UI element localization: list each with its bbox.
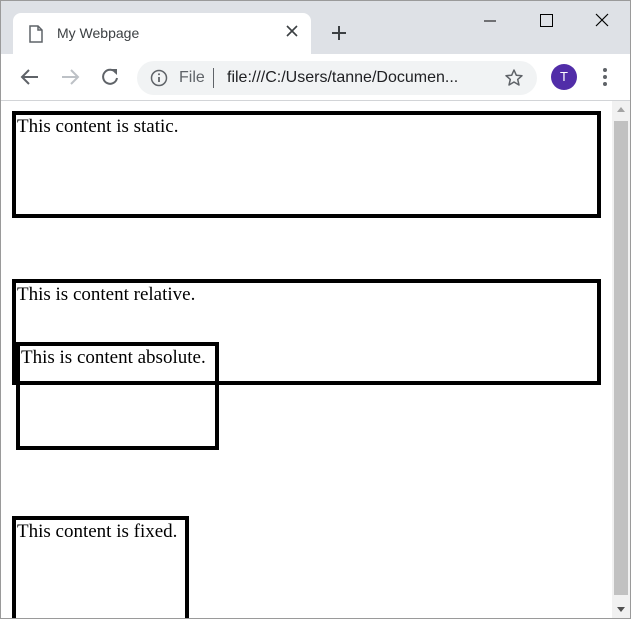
static-text: This content is static. <box>17 116 179 137</box>
address-bar[interactable]: File file:///C:/Users/tanne/Documen... <box>137 61 537 95</box>
fixed-box: This content is fixed. <box>12 516 189 618</box>
back-arrow-icon[interactable] <box>19 66 41 88</box>
avatar[interactable]: T <box>551 64 577 90</box>
maximize-icon[interactable] <box>531 9 561 33</box>
window-close-icon[interactable] <box>587 9 617 33</box>
absolute-text: This is content absolute. <box>21 347 206 368</box>
fixed-text: This content is fixed. <box>17 521 178 542</box>
browser-toolbar: File file:///C:/Users/tanne/Documen... T <box>1 54 630 101</box>
reload-icon[interactable] <box>99 66 121 88</box>
scrollbar-thumb[interactable] <box>614 121 628 595</box>
page-viewport: This content is static. This is content … <box>1 101 612 618</box>
scroll-up-arrow-icon[interactable] <box>617 107 625 112</box>
vertical-scrollbar[interactable] <box>612 101 630 618</box>
browser-window: My Webpage File file:///C:/Users/tanne/D… <box>0 0 631 619</box>
scroll-down-arrow-icon[interactable] <box>617 607 625 612</box>
static-box: This content is static. <box>12 111 601 218</box>
three-dot-menu-icon[interactable] <box>597 66 613 88</box>
omnibox-divider <box>213 68 214 88</box>
info-icon[interactable] <box>150 69 168 87</box>
plus-icon[interactable] <box>329 23 349 43</box>
close-icon[interactable] <box>285 24 299 38</box>
relative-text: This is content relative. <box>17 284 196 305</box>
absolute-box: This is content absolute. <box>16 342 219 450</box>
star-icon[interactable] <box>504 68 524 88</box>
minimize-icon[interactable] <box>475 9 505 33</box>
title-bar: My Webpage <box>1 1 630 54</box>
forward-arrow-icon[interactable] <box>59 66 81 88</box>
scheme-label: File <box>179 69 205 86</box>
url-text[interactable]: file:///C:/Users/tanne/Documen... <box>227 69 489 87</box>
tab-title: My Webpage <box>57 25 140 41</box>
page-icon <box>29 25 43 43</box>
tab-my-webpage[interactable]: My Webpage <box>13 13 311 54</box>
